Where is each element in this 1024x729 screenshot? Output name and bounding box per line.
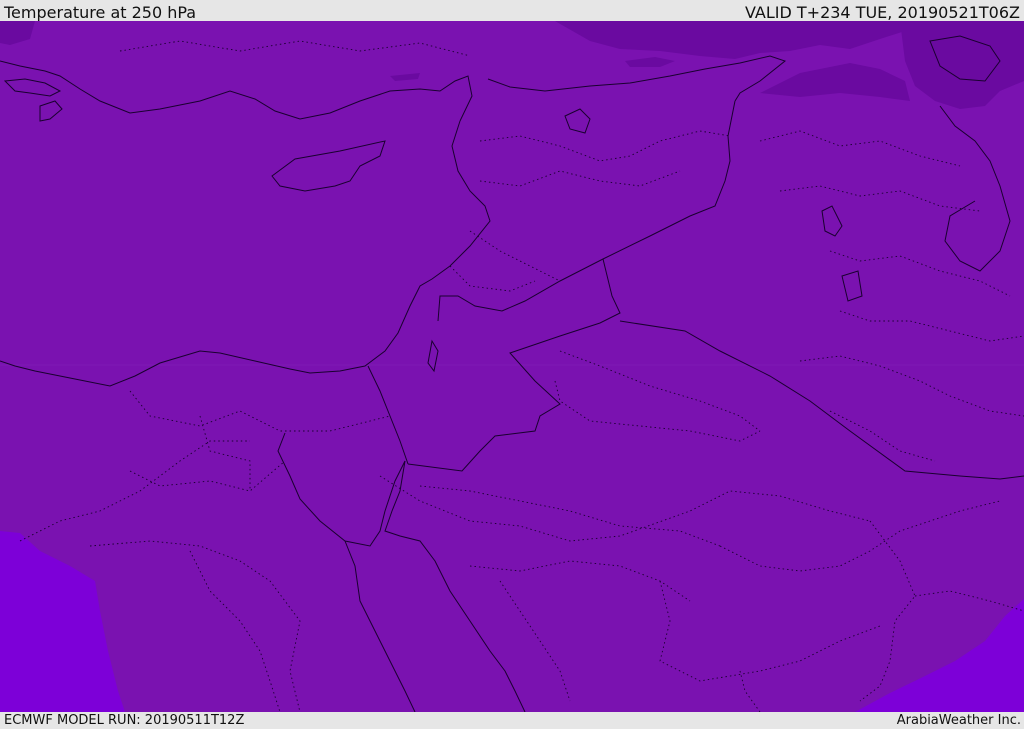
map-title: Temperature at 250 hPa [4,3,197,22]
temperature-map [0,21,1024,712]
bottom-bar: ECMWF MODEL RUN: 20190511T12Z ArabiaWeat… [0,712,1024,729]
credit-label: ArabiaWeather Inc. [896,713,1021,728]
model-run-label: ECMWF MODEL RUN: 20190511T12Z [4,713,245,728]
valid-time-label: VALID T+234 TUE, 20190521T06Z [744,3,1020,22]
top-bar: Temperature at 250 hPa VALID T+234 TUE, … [0,0,1024,22]
